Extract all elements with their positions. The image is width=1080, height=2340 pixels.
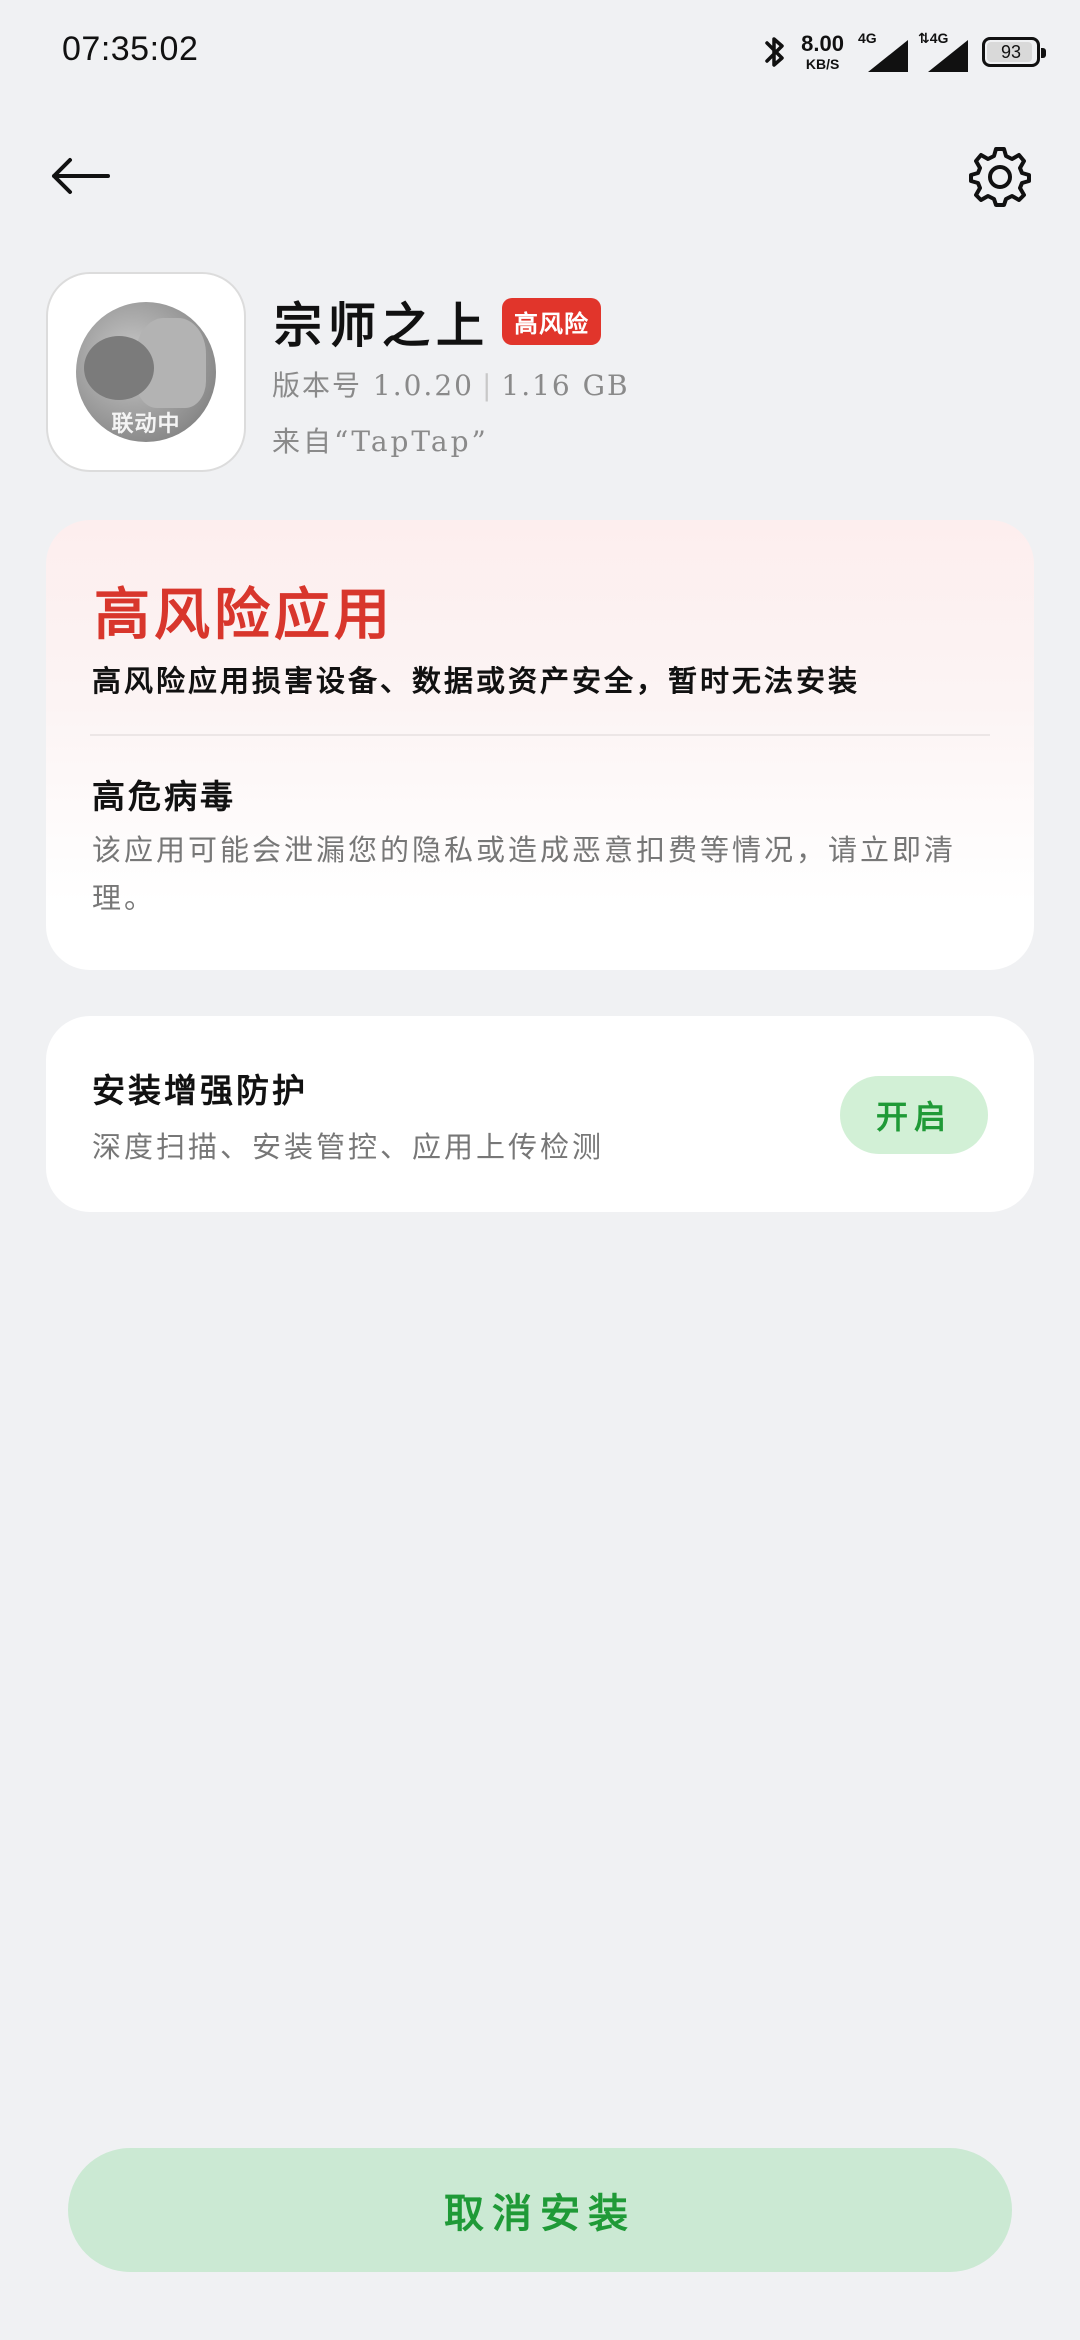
virus-description: 该应用可能会泄漏您的隐私或造成恶意扣费等情况，请立即清理。 [92,833,957,915]
app-icon-image: 联动中 [76,302,216,442]
battery-level: 93 [1000,41,1022,62]
settings-button[interactable] [960,140,1040,212]
app-icon: 联动中 [46,272,246,472]
risk-description: 高风险应用损害设备、数据或资产安全，暂时无法安装 [92,664,861,698]
protection-description: 深度扫描、安装管控、应用上传检测 [92,1130,605,1164]
app-name: 宗师之上 [274,298,491,354]
gear-icon [969,147,1031,207]
virus-title: 高危病毒 [92,777,236,816]
divider [90,734,990,736]
risk-badge: 高风险 [502,297,602,345]
back-arrow-icon [52,158,110,194]
risk-card: 高风险应用 高风险应用损害设备、数据或资产安全，暂时无法安装 高危病毒 该应用可… [46,520,1034,970]
status-icons: 8.00 KB/S 4G ⇅4G 93 [763,30,1046,74]
signal-icon: ⇅4G [918,30,968,72]
risk-title: 高风险应用 [94,582,394,648]
app-version: 版本号 1.0.20 [272,369,474,402]
network-speed-unit: KB/S [805,56,840,72]
app-size: 1.16 GB [501,369,630,402]
app-icon-caption: 联动中 [111,412,181,437]
bluetooth-icon [763,34,787,70]
network-speed-value: 8.00 [801,31,844,56]
cancel-install-button[interactable]: 取消安装 [68,2148,1012,2272]
app-source: 来自“TapTap” [272,425,489,458]
version-separator: | [481,369,494,402]
back-button[interactable] [40,140,120,212]
signal-icon: 4G [858,30,908,72]
protection-title: 安装增强防护 [92,1071,308,1110]
status-time: 07:35:02 [62,30,199,68]
status-bar: 07:35:02 8.00 KB/S 4G ⇅4G 93 [0,0,1080,104]
protection-card: 安装增强防护 深度扫描、安装管控、应用上传检测 开启 [46,1016,1034,1212]
app-version-info: 版本号 1.0.20 | 1.16 GB [272,364,630,404]
app-title-row: 宗师之上 高风险 [274,286,602,356]
battery-icon: 93 [982,37,1046,67]
network-speed: 8.00 KB/S [801,31,844,72]
enable-protection-button[interactable]: 开启 [840,1076,988,1154]
